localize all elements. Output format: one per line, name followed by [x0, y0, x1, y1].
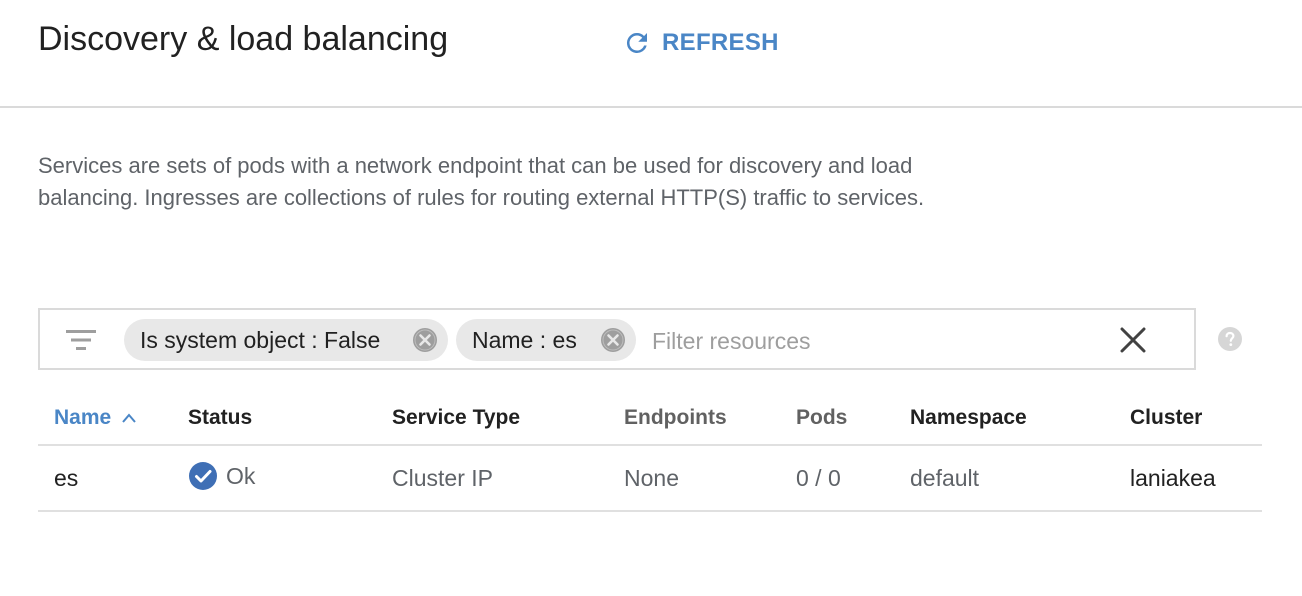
page-description: Services are sets of pods with a network…: [38, 153, 925, 210]
page-header: Discovery & load balancing REFRESH: [0, 0, 1302, 108]
remove-chip-icon[interactable]: [412, 327, 438, 353]
services-table: Name Status Service Type Endpoints Pods …: [38, 392, 1262, 512]
filter-bar: Is system object : False Name : es: [38, 308, 1196, 370]
column-header-status[interactable]: Status: [188, 406, 252, 430]
service-name-link[interactable]: es: [54, 465, 78, 492]
column-header-endpoints: Endpoints: [624, 406, 727, 429]
filter-chip-label: Is system object : False: [140, 326, 381, 353]
cluster-cell: laniakea: [1130, 465, 1216, 491]
service-type-cell: Cluster IP: [392, 465, 493, 491]
filter-list-icon[interactable]: [66, 328, 96, 352]
refresh-label: REFRESH: [662, 29, 779, 56]
page-title: Discovery & load balancing: [38, 20, 449, 58]
column-header-service-type[interactable]: Service Type: [392, 406, 520, 430]
sort-ascending-icon: [122, 413, 136, 423]
filter-chip-name[interactable]: Name : es: [456, 319, 636, 361]
refresh-button[interactable]: REFRESH: [622, 26, 779, 60]
check-circle-icon: [189, 462, 217, 490]
pods-cell: 0 / 0: [796, 465, 841, 491]
help-icon[interactable]: [1217, 326, 1243, 352]
table-header-row: Name Status Service Type Endpoints Pods …: [38, 392, 1262, 446]
filter-chip-system-object[interactable]: Is system object : False: [124, 319, 448, 361]
status-text: Ok: [226, 462, 256, 489]
endpoints-cell: None: [624, 465, 679, 491]
namespace-cell: default: [910, 465, 980, 491]
column-header-namespace[interactable]: Namespace: [910, 406, 1027, 430]
refresh-icon: [626, 32, 647, 53]
column-header-cluster[interactable]: Cluster: [1130, 406, 1202, 430]
remove-chip-icon[interactable]: [600, 327, 626, 353]
column-header-name[interactable]: Name: [54, 406, 137, 430]
column-header-pods: Pods: [796, 406, 848, 429]
column-header-label: Name: [54, 406, 112, 429]
table-row[interactable]: es Ok Cluster IP None 0 / 0 default lani…: [38, 446, 1262, 512]
filter-chip-label: Name : es: [472, 326, 577, 353]
close-icon[interactable]: [1118, 325, 1148, 355]
filter-resources-input[interactable]: [650, 320, 1094, 362]
status-cell: Ok: [188, 461, 255, 491]
